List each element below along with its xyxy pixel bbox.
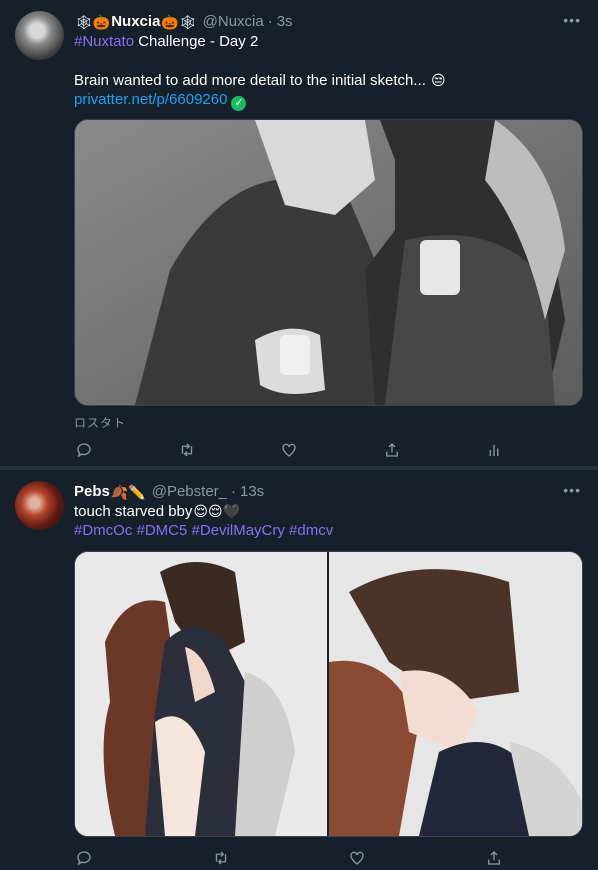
hashtags[interactable]: #DmcOc #DMC5 #DevilMayCry #dmcv [74,521,333,541]
display-name[interactable]: Nuxcia [111,12,160,32]
sketch-art [75,552,327,836]
reply-icon[interactable] [74,848,94,868]
tweet-text: touch starved bby [74,503,193,520]
tweet-header: Pebs 🍂✏️ @Pebster_ · 13s [74,482,264,502]
tweet-image-left[interactable] [75,552,327,836]
analytics-icon[interactable] [484,440,504,460]
tweet-text: Brain wanted to add more detail to the i… [74,72,426,89]
share-icon[interactable] [382,440,402,460]
tweet[interactable]: Pebs 🍂✏️ @Pebster_ · 13s ••• touch starv… [0,470,598,870]
like-icon[interactable] [347,848,367,868]
tweet-text-line1: #Nuxtato Challenge - Day 2 [74,32,258,52]
timestamp[interactable]: 13s [240,482,264,502]
reply-icon[interactable] [74,440,94,460]
like-icon[interactable] [279,440,299,460]
share-icon[interactable] [484,848,504,868]
handle[interactable]: @Nuxcia [203,12,264,32]
tweet-header: 🕸🎃 Nuxcia 🎃🕸 @Nuxcia · 3s [74,12,293,32]
action-bar [74,848,504,868]
tweet-image-right[interactable] [329,552,582,836]
tweet-text: Challenge - Day 2 [134,33,259,50]
tweet-image-grid [74,551,583,837]
more-icon[interactable]: ••• [563,12,581,28]
tweet-link-line: privatter.net/p/6609260 ✓ [74,90,247,111]
more-icon[interactable]: ••• [563,482,581,498]
sketch-art [75,120,582,405]
tweet-text-line1: touch starved bby😌😌🖤 [74,501,241,522]
sketch-art [329,552,582,836]
avatar[interactable] [15,11,64,60]
separator-dot: · [231,483,236,500]
name-suffix-emoji: 🎃🕸 [161,14,197,30]
tweet-text-line2: Brain wanted to add more detail to the i… [74,70,447,91]
image-caption: ロスタト [74,416,127,430]
tweet-image[interactable] [74,119,583,406]
hashtag[interactable]: #Nuxtato [74,33,134,50]
name-prefix-emoji: 🕸🎃 [75,14,111,30]
tweet-emoji: 😌😌🖤 [193,503,241,519]
retweet-icon[interactable] [177,440,197,460]
avatar[interactable] [15,481,64,530]
name-suffix-emoji: 🍂✏️ [110,484,146,500]
handle[interactable]: @Pebster_ [152,482,227,502]
check-icon: ✓ [231,96,247,111]
unamused-emoji: 😒 [431,72,446,88]
tweet-link[interactable]: privatter.net/p/6609260 [74,91,227,108]
display-name[interactable]: Pebs [74,482,110,502]
retweet-icon[interactable] [211,848,231,868]
separator-dot: · [267,13,273,30]
timestamp[interactable]: 3s [277,12,293,32]
tweet[interactable]: 🕸🎃 Nuxcia 🎃🕸 @Nuxcia · 3s ••• #Nuxtato C… [0,0,598,470]
action-bar [74,440,504,460]
